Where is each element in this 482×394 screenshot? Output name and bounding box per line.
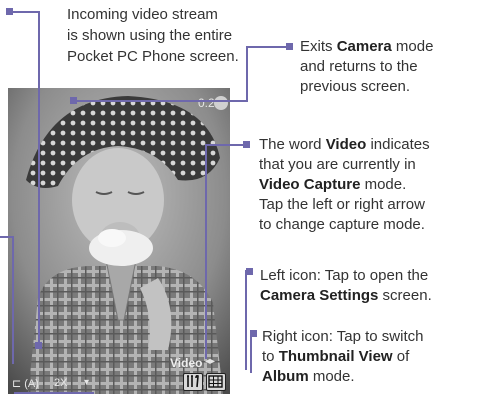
stream-annotation-line: Pocket PC Phone screen. — [67, 48, 239, 65]
callout-marker — [70, 97, 77, 104]
callout-marker — [35, 342, 42, 349]
close-icon[interactable] — [214, 96, 228, 110]
left-icon-text: screen. — [378, 287, 432, 304]
video-word-text: The word — [259, 136, 326, 153]
callout-line — [12, 236, 14, 364]
callout-line — [206, 144, 246, 146]
callout-line — [245, 270, 247, 370]
exits-bold: Camera — [336, 38, 392, 55]
callout-marker — [246, 268, 253, 275]
right-icon-text: of — [392, 348, 410, 365]
exits-text: and returns to the — [300, 58, 418, 75]
right-icon-text: Right icon: Tap to switch — [262, 328, 424, 345]
right-icon-text: mode. — [308, 368, 355, 385]
video-word-bold: Video Capture — [259, 176, 361, 193]
left-icon-bold: Camera Settings — [260, 287, 379, 304]
video-word-text: mode. — [360, 176, 407, 193]
exits-text: Exits — [300, 38, 337, 55]
video-word-text: to change capture mode. — [259, 216, 425, 233]
exits-annotation: Exits Camera mode and returns to the pre… — [300, 37, 433, 97]
callout-line — [205, 144, 207, 359]
callout-line — [246, 46, 288, 48]
stream-annotation-line: Incoming video stream — [67, 6, 218, 23]
video-word-text: indicates — [366, 136, 430, 153]
video-word-text: that you are currently in — [259, 156, 416, 173]
zoom-down-icon[interactable]: ▾ — [84, 377, 89, 388]
callout-line — [250, 333, 252, 373]
stream-annotation: Incoming video stream is shown using the… — [67, 4, 239, 67]
exits-text: previous screen. — [300, 78, 411, 95]
callout-line — [74, 100, 248, 102]
video-word-text: Tap the left or right arrow — [259, 196, 425, 213]
capture-mode-label: Video — [170, 356, 203, 370]
left-icon-annotation: Left icon: Tap to open the Camera Settin… — [260, 266, 432, 306]
right-icon-bold: Album — [262, 368, 309, 385]
zoom-bar-icon[interactable]: ⊏ (A) — [12, 377, 39, 390]
callout-line — [10, 11, 40, 13]
callout-line — [246, 46, 248, 102]
camera-settings-icon[interactable] — [183, 373, 203, 391]
left-icon-text: Left icon: Tap to open the — [260, 267, 429, 284]
zoom-level: 2X — [54, 377, 68, 389]
right-icon-text: to — [262, 348, 279, 365]
right-icon-annotation: Right icon: Tap to switch to Thumbnail V… — [262, 327, 423, 387]
exits-text: mode — [391, 38, 434, 55]
album-thumbnail-icon[interactable] — [206, 373, 226, 391]
right-icon-bold: Thumbnail View — [278, 348, 393, 365]
video-word-annotation: The word Video indicates that you are cu… — [259, 135, 430, 235]
callout-line — [38, 11, 40, 346]
video-word-bold: Video — [325, 136, 367, 153]
stream-annotation-line: is shown using the entire — [67, 27, 233, 44]
